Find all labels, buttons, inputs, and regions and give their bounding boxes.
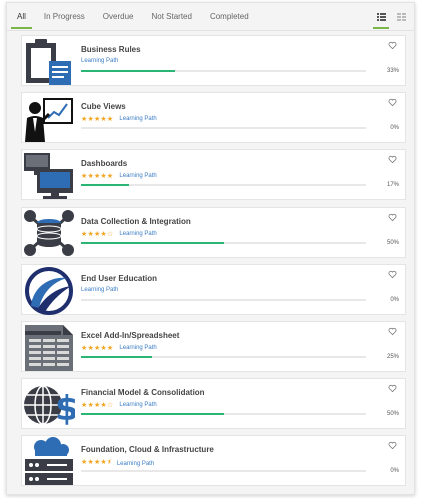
heart-icon[interactable] — [388, 41, 397, 50]
monitors-icon — [24, 153, 73, 200]
course-meta: ★★★★★ Learning Path — [81, 344, 157, 352]
tab-all[interactable]: All — [11, 7, 32, 29]
course-card[interactable]: Excel Add-In/Spreadsheet ★★★★★ Learning … — [21, 320, 406, 372]
view-toggle — [373, 10, 408, 29]
course-catalog-panel: All In Progress Overdue Not Started Comp… — [6, 2, 415, 495]
course-title: Cube Views — [81, 102, 126, 112]
heart-icon[interactable] — [388, 213, 397, 222]
course-list: Business Rules Learning Path 33% Cube Vi… — [21, 35, 406, 493]
progress-percent: 17% — [386, 182, 399, 189]
heart-icon[interactable] — [388, 384, 397, 393]
progress-bar — [81, 127, 366, 130]
progress-bar — [81, 355, 366, 358]
course-title: Foundation, Cloud & Infrastructure — [81, 445, 214, 455]
course-thumbnail — [23, 151, 75, 200]
course-meta: ★★★★⯨ Learning Path — [81, 458, 154, 469]
clipboard-icon — [26, 39, 71, 85]
heart-icon[interactable] — [388, 270, 397, 279]
course-thumbnail: $ — [23, 380, 75, 429]
course-type-link[interactable]: Learning Path — [81, 287, 118, 293]
svg-text:$: $ — [55, 389, 75, 429]
progress-percent: 25% — [386, 353, 399, 360]
spreadsheet-icon — [25, 324, 73, 371]
rating-stars: ★★★★⯨ — [81, 459, 111, 467]
course-card[interactable]: Business Rules Learning Path 33% — [21, 35, 406, 86]
course-thumbnail — [23, 437, 75, 486]
course-thumbnail — [23, 94, 75, 143]
course-card[interactable]: $ Financial Model & Consolidation ★★★★☆ … — [21, 378, 406, 430]
course-type-link[interactable]: Learning Path — [117, 461, 154, 467]
progress-percent: 50% — [386, 411, 399, 418]
progress-percent: 50% — [386, 239, 399, 246]
progress-fill — [81, 184, 130, 187]
course-meta: ★★★★★ Learning Path — [81, 172, 157, 180]
tab-completed[interactable]: Completed — [210, 7, 249, 29]
course-title: Data Collection & Integration — [81, 216, 191, 226]
course-type-link[interactable]: Learning Path — [119, 231, 156, 237]
tab-in-progress[interactable]: In Progress — [44, 7, 85, 29]
course-card[interactable]: End User Education Learning Path 0% — [21, 263, 406, 315]
presenter-icon — [25, 98, 73, 143]
course-meta: Learning Path — [81, 287, 118, 293]
cloud-server-icon — [25, 437, 73, 486]
list-view-button[interactable] — [373, 10, 389, 29]
course-meta: ★★★★☆ Learning Path — [81, 230, 157, 238]
progress-bar — [81, 470, 366, 473]
heart-icon[interactable] — [388, 441, 397, 450]
progress-bar — [81, 184, 366, 187]
course-card[interactable]: Dashboards ★★★★★ Learning Path 17% — [21, 149, 406, 201]
progress-bar — [81, 70, 366, 72]
swoosh-logo-icon — [25, 266, 73, 315]
rating-stars: ★★★★★ — [81, 173, 114, 181]
course-type-link[interactable]: Learning Path — [119, 345, 156, 351]
progress-percent: 0% — [390, 125, 399, 132]
filter-tabs: All In Progress Overdue Not Started Comp… — [11, 7, 267, 29]
course-title: Business Rules — [81, 45, 141, 54]
progress-percent: 0% — [390, 296, 399, 303]
progress-fill — [81, 355, 153, 358]
list-view-icon — [376, 13, 386, 21]
tab-not-started[interactable]: Not Started — [151, 7, 191, 29]
course-card[interactable]: Data Collection & Integration ★★★★☆ Lear… — [21, 206, 406, 258]
heart-icon[interactable] — [388, 98, 397, 107]
course-type-link[interactable]: Learning Path — [119, 116, 156, 122]
course-meta: ★★★★☆ Learning Path — [81, 401, 157, 409]
course-title: End User Education — [81, 273, 158, 283]
course-title: Dashboards — [81, 159, 128, 169]
progress-bar — [81, 241, 366, 244]
rating-stars: ★★★★★ — [81, 116, 114, 124]
grid-view-icon — [396, 13, 406, 21]
course-type-link[interactable]: Learning Path — [119, 173, 156, 179]
grid-view-button[interactable] — [394, 10, 408, 24]
rating-stars: ★★★★☆ — [81, 230, 114, 238]
progress-fill — [81, 70, 176, 72]
course-thumbnail — [23, 323, 75, 372]
course-type-link[interactable]: Learning Path — [119, 402, 156, 408]
progress-fill — [81, 241, 224, 244]
progress-bar — [81, 413, 366, 416]
course-meta: ★★★★★ Learning Path — [81, 115, 157, 123]
course-title: Financial Model & Consolidation — [81, 388, 205, 398]
course-meta: Learning Path — [81, 58, 118, 64]
globe-dollar-icon: $ — [24, 385, 75, 429]
progress-fill — [81, 413, 224, 416]
rating-stars: ★★★★★ — [81, 344, 114, 352]
tab-overdue[interactable]: Overdue — [103, 7, 134, 29]
course-title: Excel Add-In/Spreadsheet — [81, 330, 180, 340]
progress-bar — [81, 298, 366, 301]
course-card[interactable]: Foundation, Cloud & Infrastructure ★★★★⯨… — [21, 435, 406, 487]
rating-stars: ★★★★☆ — [81, 402, 114, 410]
course-thumbnail — [23, 37, 75, 86]
database-network-icon — [24, 209, 74, 256]
course-card[interactable]: Cube Views ★★★★★ Learning Path 0% — [21, 92, 406, 144]
course-thumbnail — [23, 209, 75, 258]
course-thumbnail — [23, 266, 75, 315]
tabs-divider — [7, 30, 414, 31]
course-type-link[interactable]: Learning Path — [81, 58, 118, 64]
heart-icon[interactable] — [388, 155, 397, 164]
progress-percent: 33% — [386, 68, 399, 74]
progress-percent: 0% — [390, 468, 399, 475]
heart-icon[interactable] — [388, 327, 397, 336]
